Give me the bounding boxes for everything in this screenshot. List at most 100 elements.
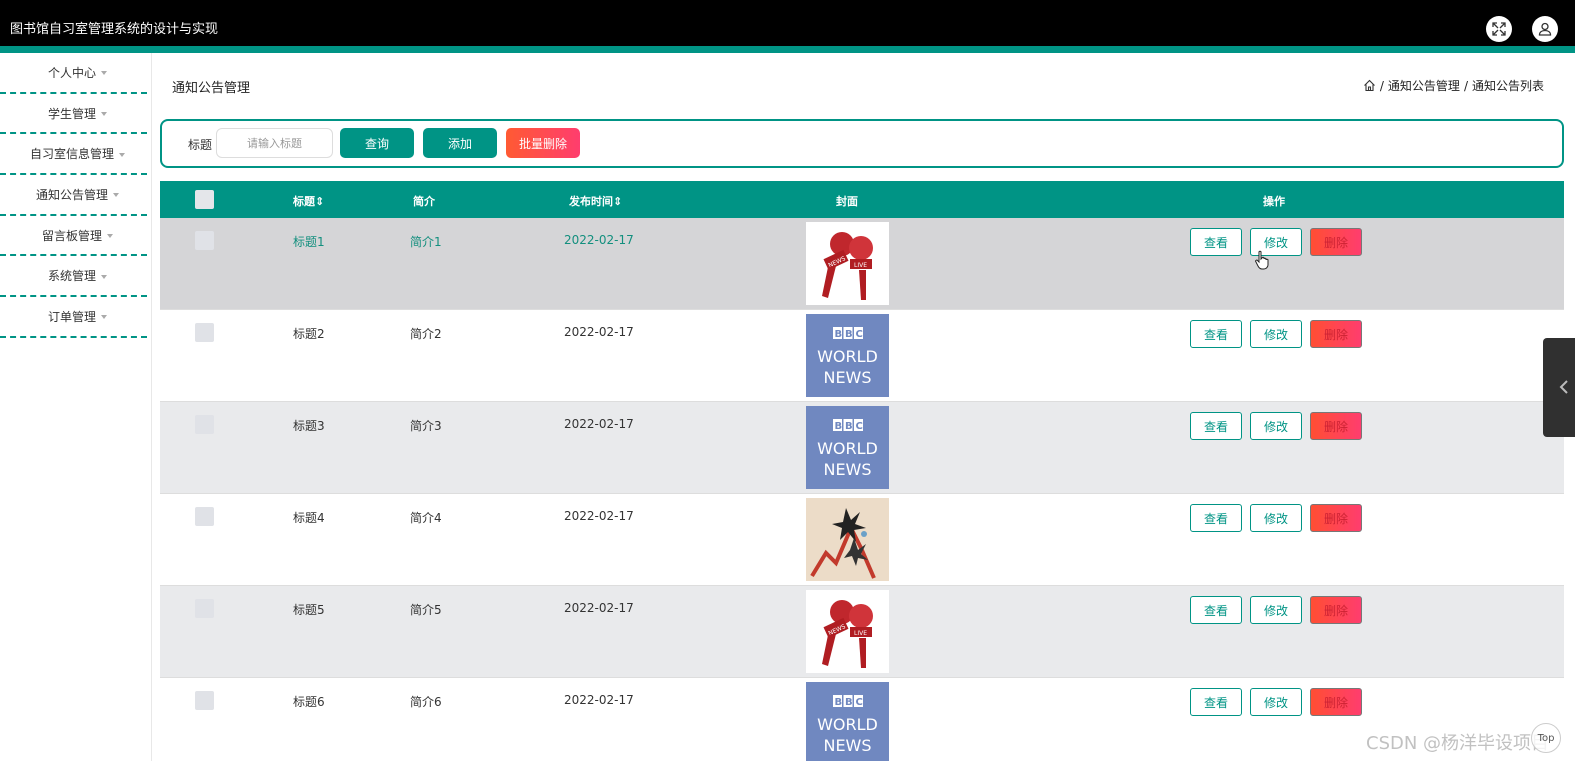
cell-date: 2022-02-17 — [564, 325, 634, 339]
notice-table: 标题⇕ 简介 发布时间⇕ 封面 操作 标题1 简介1 2022-02-17 NE… — [160, 181, 1564, 761]
home-icon[interactable] — [1363, 79, 1376, 92]
cell-date: 2022-02-17 — [564, 417, 634, 431]
query-button[interactable]: 查询 — [340, 128, 414, 158]
row-checkbox[interactable] — [195, 415, 214, 434]
table-row: 标题2 简介2 2022-02-17 B B C WORLD NEWS 查看 修… — [160, 310, 1564, 402]
cover-image-bbc[interactable]: B B C WORLD NEWS — [806, 682, 889, 761]
cover-image-bbc[interactable]: B B C WORLD NEWS — [806, 406, 889, 489]
breadcrumb-item[interactable]: 通知公告管理 — [1388, 77, 1460, 94]
sidebar-item-system[interactable]: 系统管理 — [0, 256, 147, 298]
cell-title: 标题5 — [293, 603, 325, 617]
delete-button[interactable]: 删除 — [1310, 320, 1362, 348]
edit-button[interactable]: 修改 — [1250, 504, 1302, 532]
row-checkbox[interactable] — [195, 691, 214, 710]
sidebar-item-students[interactable]: 学生管理 — [0, 94, 147, 135]
edit-button[interactable]: 修改 — [1250, 688, 1302, 716]
delete-button[interactable]: 删除 — [1310, 412, 1362, 440]
row-checkbox[interactable] — [195, 231, 214, 250]
add-button[interactable]: 添加 — [423, 128, 497, 158]
sidebar-item-orders[interactable]: 订单管理 — [0, 297, 147, 338]
svg-text:B: B — [835, 329, 843, 340]
fullscreen-button[interactable] — [1486, 16, 1512, 42]
caret-down-icon — [113, 193, 119, 198]
row-checkbox[interactable] — [195, 323, 214, 342]
sidebar-item-personal-center[interactable]: 个人中心 — [0, 53, 147, 94]
search-label: 标题 — [188, 138, 213, 152]
svg-text:WORLD: WORLD — [817, 715, 878, 734]
edit-button[interactable]: 修改 — [1250, 596, 1302, 624]
hand-cursor-icon — [1255, 250, 1269, 270]
page-title: 通知公告管理 — [172, 81, 251, 96]
top-bar-accent — [0, 46, 1575, 53]
delete-button[interactable]: 删除 — [1310, 688, 1362, 716]
sort-icon: ⇕ — [315, 195, 325, 208]
header-cover: 封面 — [836, 195, 858, 208]
delete-button[interactable]: 删除 — [1310, 228, 1362, 256]
sort-icon: ⇕ — [613, 195, 623, 208]
table-row: 标题6 简介6 2022-02-17 B B C WORLD NEWS 查看 修… — [160, 678, 1564, 761]
user-icon — [1538, 22, 1552, 36]
caret-down-icon — [101, 274, 107, 279]
view-button[interactable]: 查看 — [1190, 596, 1242, 624]
svg-text:B: B — [845, 329, 853, 340]
caret-down-icon — [101, 71, 107, 76]
cell-intro: 简介2 — [410, 327, 442, 341]
cell-title: 标题2 — [293, 327, 325, 341]
header-date[interactable]: 发布时间⇕ — [569, 193, 622, 209]
row-checkbox[interactable] — [195, 507, 214, 526]
app-title: 图书馆自习室管理系统的设计与实现 — [10, 22, 219, 37]
cover-image-chart-crash[interactable] — [806, 498, 889, 581]
sidebar-item-message-board[interactable]: 留言板管理 — [0, 216, 147, 257]
user-button[interactable] — [1532, 16, 1558, 42]
svg-text:B: B — [835, 697, 843, 708]
svg-text:C: C — [856, 421, 863, 432]
caret-down-icon — [101, 315, 107, 320]
side-drawer-tab[interactable] — [1543, 338, 1575, 437]
header-title[interactable]: 标题⇕ — [293, 193, 324, 209]
expand-icon — [1492, 22, 1506, 36]
svg-text:LIVE: LIVE — [854, 262, 867, 269]
cell-title: 标题6 — [293, 695, 325, 709]
svg-text:C: C — [856, 697, 863, 708]
edit-button[interactable]: 修改 — [1250, 320, 1302, 348]
cover-image-bbc[interactable]: B B C WORLD NEWS — [806, 314, 889, 397]
bbc-world-news-logo: B B C WORLD NEWS — [806, 682, 889, 761]
cell-intro: 简介4 — [410, 511, 442, 525]
edit-button[interactable]: 修改 — [1250, 412, 1302, 440]
title-search-input[interactable] — [216, 128, 333, 158]
header-label: 标题 — [293, 195, 315, 208]
header-actions: 操作 — [1263, 195, 1285, 208]
bbc-world-news-logo: B B C WORLD NEWS — [806, 406, 889, 489]
view-button[interactable]: 查看 — [1190, 320, 1242, 348]
svg-text:NEWS: NEWS — [823, 736, 871, 755]
sidebar: 个人中心 学生管理 自习室信息管理 通知公告管理 留言板管理 系统管理 订单管理 — [0, 53, 152, 761]
view-button[interactable]: 查看 — [1190, 412, 1242, 440]
cell-title: 标题3 — [293, 419, 325, 433]
view-button[interactable]: 查看 — [1190, 228, 1242, 256]
svg-text:B: B — [835, 421, 843, 432]
view-button[interactable]: 查看 — [1190, 688, 1242, 716]
sidebar-item-label: 自习室信息管理 — [29, 147, 114, 162]
cover-image-news-mic[interactable]: NEWS LIVE — [806, 222, 889, 305]
delete-button[interactable]: 删除 — [1310, 504, 1362, 532]
chevron-left-icon — [1559, 380, 1568, 394]
back-to-top-button[interactable]: Top — [1531, 723, 1561, 753]
delete-button[interactable]: 删除 — [1310, 596, 1362, 624]
cover-image-news-mic[interactable]: NEWS LIVE — [806, 590, 889, 673]
svg-text:NEWS: NEWS — [823, 460, 871, 479]
news-mic-icon: NEWS LIVE — [806, 590, 889, 673]
breadcrumb-separator: / — [1379, 78, 1384, 93]
svg-text:B: B — [845, 697, 853, 708]
sidebar-item-label: 留言板管理 — [41, 228, 102, 243]
svg-text:WORLD: WORLD — [817, 439, 878, 458]
row-checkbox[interactable] — [195, 599, 214, 618]
cell-date: 2022-02-17 — [564, 233, 634, 247]
batch-delete-button[interactable]: 批量删除 — [506, 128, 580, 158]
sidebar-item-study-rooms[interactable]: 自习室信息管理 — [0, 134, 147, 176]
svg-text:NEWS: NEWS — [823, 368, 871, 387]
cell-intro: 简介6 — [410, 695, 442, 709]
select-all-checkbox[interactable] — [195, 190, 214, 209]
view-button[interactable]: 查看 — [1190, 504, 1242, 532]
sidebar-item-notices[interactable]: 通知公告管理 — [0, 175, 147, 216]
cell-date: 2022-02-17 — [564, 693, 634, 707]
